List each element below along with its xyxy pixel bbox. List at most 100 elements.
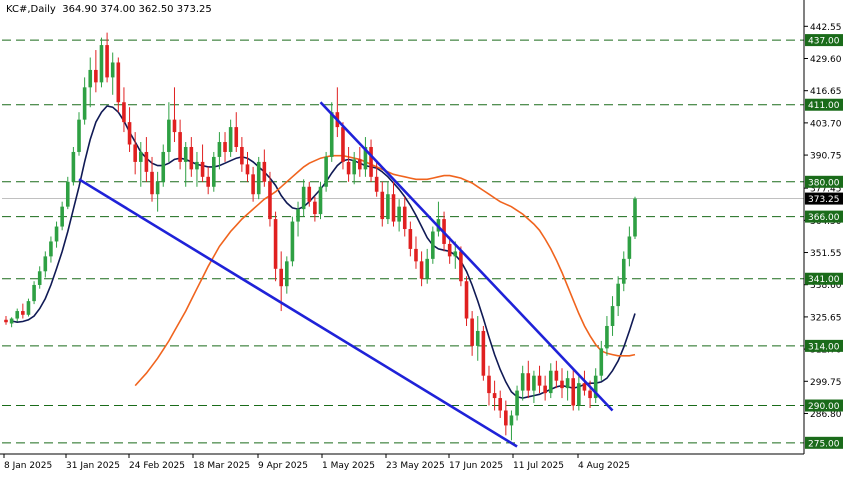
candle-body <box>240 146 244 165</box>
time-tick-label: 23 May 2025 <box>386 461 445 471</box>
price-tick-label: 299.75 <box>810 378 842 388</box>
candle-body <box>504 410 508 426</box>
candle-body <box>313 201 317 215</box>
price-tick-label: 416.65 <box>810 87 842 97</box>
time-tick-label: 18 Mar 2025 <box>193 461 250 471</box>
chart-header: KC#,Daily 364.90 374.00 362.50 373.25 <box>6 4 212 15</box>
candle-body <box>200 161 205 177</box>
candle-body <box>386 194 390 220</box>
time-tick-label: 4 Aug 2025 <box>578 461 630 471</box>
candle-body <box>133 144 137 162</box>
candle-body <box>88 69 93 88</box>
candle-body <box>402 206 407 230</box>
level-label: 341.00 <box>808 275 840 285</box>
candle-body <box>470 318 474 346</box>
current-price-label: 373.25 <box>808 195 840 205</box>
level-label: 275.00 <box>808 439 840 449</box>
candle-body <box>26 301 31 315</box>
candle-body <box>60 206 64 227</box>
candle-body <box>453 251 458 257</box>
candle-body <box>515 390 519 416</box>
candle-body <box>588 390 592 399</box>
candle-body <box>369 146 373 177</box>
candle-body <box>43 256 48 272</box>
candle-body <box>172 119 177 133</box>
candle-body <box>374 176 379 192</box>
candle-body <box>560 380 564 389</box>
candle-body <box>211 156 216 187</box>
candle-body <box>475 330 480 346</box>
price-tick-label: 325.65 <box>810 313 842 323</box>
candle-body <box>251 174 255 195</box>
candle-body <box>82 87 87 120</box>
price-tick-label: 390.75 <box>810 152 842 162</box>
chart-canvas[interactable]: 442.55429.60416.65403.70390.75377.45364.… <box>0 0 845 474</box>
level-label: 411.00 <box>808 101 840 111</box>
candle-body <box>77 119 81 152</box>
price-tick-label: 403.70 <box>810 119 842 129</box>
candle-body <box>9 318 14 324</box>
candle-body <box>65 181 70 207</box>
level-label: 366.00 <box>808 213 840 223</box>
candle-body <box>352 159 356 175</box>
candle-body <box>543 385 547 394</box>
candle-body <box>94 69 98 83</box>
candle-body <box>358 159 362 170</box>
candle-body <box>54 226 59 242</box>
candle-body <box>217 142 222 157</box>
candle-body <box>616 283 620 307</box>
symbol-label: KC#,Daily <box>6 4 56 15</box>
candle-body <box>526 373 531 391</box>
candle-body <box>178 132 182 162</box>
time-tick-label: 11 Jul 2025 <box>513 461 564 471</box>
candle-body <box>509 415 514 426</box>
candle-body <box>329 112 334 157</box>
candle-body <box>234 127 239 147</box>
candle-body <box>380 191 385 220</box>
candle-body <box>621 258 626 284</box>
candle-body <box>346 161 351 175</box>
candle-body <box>571 378 576 406</box>
candle-body <box>144 151 149 172</box>
candle-body <box>206 176 210 187</box>
candle-body <box>532 375 536 391</box>
candle-body <box>324 156 328 187</box>
candle-body <box>318 186 323 215</box>
price-tick-label: 351.55 <box>810 249 842 259</box>
candle-body <box>610 306 615 326</box>
candle-body <box>4 319 8 323</box>
time-tick-label: 8 Jan 2025 <box>4 461 52 471</box>
candle-body <box>183 146 188 162</box>
candle-body <box>498 398 503 411</box>
candle-body <box>150 171 154 195</box>
candle-body <box>122 102 126 123</box>
candle-body <box>285 261 289 287</box>
candle-body <box>105 45 109 78</box>
candle-body <box>627 236 632 259</box>
time-tick-label: 17 Jun 2025 <box>449 461 503 471</box>
candle-body <box>296 209 300 222</box>
candle-body <box>37 271 42 285</box>
candle-body <box>408 229 413 249</box>
price-tick-label: 429.60 <box>810 55 842 65</box>
candle-body <box>256 161 261 195</box>
candle-body <box>481 330 486 376</box>
price-chart[interactable]: 442.55429.60416.65403.70390.75377.45364.… <box>0 0 845 474</box>
candle-body <box>391 194 396 222</box>
candle-body <box>565 378 570 389</box>
candle-body <box>605 325 609 349</box>
candle-body <box>273 219 278 269</box>
candle-body <box>279 268 283 287</box>
candle-body <box>414 248 418 262</box>
candle-body <box>71 151 76 182</box>
candle-body <box>110 62 115 78</box>
candle-body <box>161 151 166 182</box>
time-tick-label: 24 Feb 2025 <box>129 461 185 471</box>
candle-body <box>167 119 171 152</box>
level-label: 380.00 <box>808 178 840 188</box>
level-label: 437.00 <box>808 37 840 47</box>
time-tick-label: 31 Jan 2025 <box>66 461 120 471</box>
candle-body <box>307 186 312 202</box>
candle-body <box>195 161 199 170</box>
candle-body <box>223 142 227 152</box>
